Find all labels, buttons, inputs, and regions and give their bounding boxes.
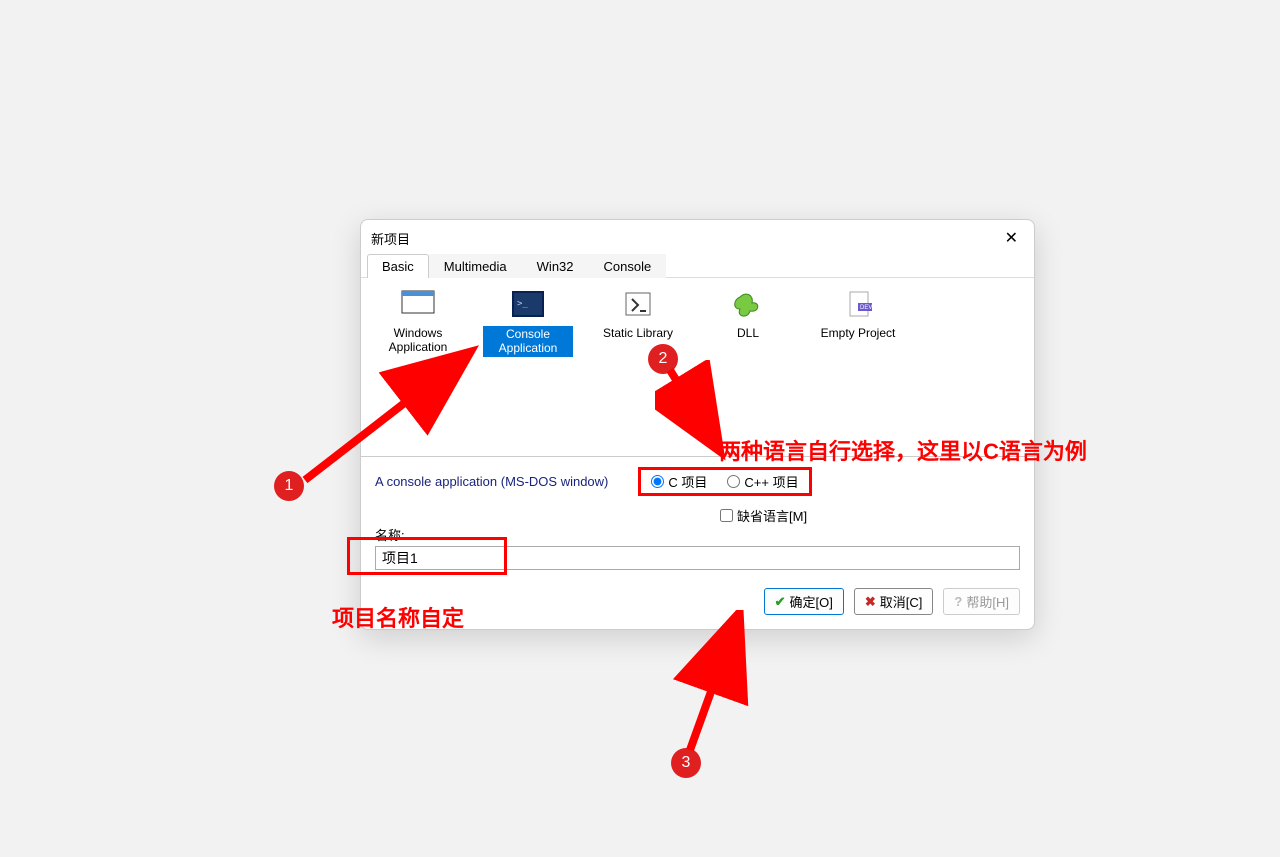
console-app-icon: >_ xyxy=(510,286,546,322)
language-radios-highlight: C 项目 C++ 项目 xyxy=(638,467,811,496)
annotation-arrow-3 xyxy=(665,610,765,760)
annotation-lang-note: 两种语言自行选择，这里以C语言为例 xyxy=(719,434,1087,466)
radio-cpp-input[interactable] xyxy=(727,475,740,488)
cancel-button[interactable]: ✖ 取消[C] xyxy=(854,588,934,615)
svg-text:>_: >_ xyxy=(517,299,528,309)
empty-project-icon: DEV xyxy=(840,286,876,322)
check-icon: ✔ xyxy=(775,594,786,610)
project-description: A console application (MS-DOS window) xyxy=(375,474,608,489)
tab-basic[interactable]: Basic xyxy=(367,254,429,278)
tab-win32[interactable]: Win32 xyxy=(522,254,589,278)
annotation-badge-1: 1 xyxy=(274,471,304,501)
radio-c-input[interactable] xyxy=(651,475,664,488)
ok-button[interactable]: ✔ 确定[O] xyxy=(764,588,844,615)
x-icon: ✖ xyxy=(865,594,876,610)
radio-c[interactable]: C 项目 xyxy=(651,472,707,491)
radio-cpp[interactable]: C++ 项目 xyxy=(727,472,798,491)
default-lang-label: 缺省语言[M] xyxy=(737,506,807,525)
titlebar: 新项目 ✕ xyxy=(361,220,1034,254)
annotation-name-note: 项目名称自定 xyxy=(332,601,464,633)
tabs: Basic Multimedia Win32 Console xyxy=(361,254,1034,278)
dialog-title: 新项目 xyxy=(371,229,410,248)
help-button[interactable]: ? 帮助[H] xyxy=(943,588,1020,615)
close-icon[interactable]: ✕ xyxy=(999,226,1024,250)
svg-text:DEV: DEV xyxy=(860,305,872,311)
proj-dll[interactable]: DLL xyxy=(703,286,793,448)
proj-windows-app[interactable]: Windows Application xyxy=(373,286,463,448)
proj-console-app[interactable]: >_ Console Application xyxy=(483,286,573,448)
annotation-badge-3: 3 xyxy=(671,748,701,778)
project-type-list: Windows Application >_ Console Applicati… xyxy=(361,278,1034,456)
annotation-name-highlight xyxy=(347,537,507,575)
static-lib-icon xyxy=(620,286,656,322)
help-icon: ? xyxy=(954,594,962,609)
tab-multimedia[interactable]: Multimedia xyxy=(429,254,522,278)
proj-empty[interactable]: DEV Empty Project xyxy=(813,286,903,448)
windows-app-icon xyxy=(400,286,436,322)
tab-console[interactable]: Console xyxy=(589,254,667,278)
default-lang-checkbox[interactable] xyxy=(720,509,733,522)
dll-icon xyxy=(730,286,766,322)
annotation-badge-2: 2 xyxy=(648,344,678,374)
